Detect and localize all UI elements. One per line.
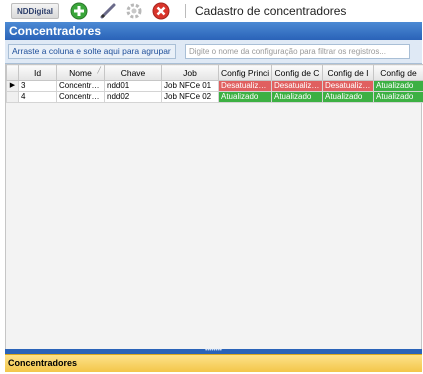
column-header-id[interactable]: Id [18, 64, 57, 81]
cell-nome[interactable]: Concentra... [56, 91, 105, 103]
current-row-indicator-icon: ▶ [6, 80, 19, 92]
cell-job[interactable]: Job NFCe 01 [161, 80, 219, 92]
page-title: Cadastro de concentradores [195, 4, 347, 18]
column-header-config-principal[interactable]: Config Princi [218, 64, 272, 81]
row-indicator-header [6, 64, 19, 81]
cell-nome[interactable]: Concentra... [56, 80, 105, 92]
status-cell[interactable]: Atualizado [218, 91, 272, 103]
toolbar-separator [185, 4, 186, 18]
filter-input[interactable] [185, 44, 410, 59]
grid-header-row: Id Nome ╱ Chave Job Config Princi Config… [6, 64, 423, 81]
cell-id[interactable]: 3 [18, 80, 57, 92]
status-cell[interactable]: Atualizado [271, 91, 323, 103]
status-cell[interactable]: Atualizado [373, 80, 423, 92]
column-header-nome-label: Nome [69, 67, 92, 78]
data-grid: Id Nome ╱ Chave Job Config Princi Config… [5, 64, 423, 349]
panel-title: Concentradores [5, 22, 422, 40]
toolbar: NDDigital Cadastro de concentradores [5, 0, 422, 22]
table-row[interactable]: ▶ 3 Concentra... ndd01 Job NFCe 01 Desat… [6, 80, 423, 92]
footer-tab[interactable]: Concentradores [5, 354, 422, 372]
window: NDDigital Cadastro de concentradores Con… [5, 0, 423, 374]
cell-job[interactable]: Job NFCe 02 [161, 91, 219, 103]
sort-icon: ╱ [97, 68, 101, 74]
column-header-nome[interactable]: Nome ╱ [56, 64, 105, 81]
delete-icon[interactable] [152, 2, 170, 20]
cell-chave[interactable]: ndd01 [104, 80, 162, 92]
column-header-config-d[interactable]: Config de [373, 64, 423, 81]
group-drop-area[interactable]: Arraste a coluna e solte aqui para agrup… [8, 44, 176, 59]
status-cell[interactable]: Atualizado [322, 91, 374, 103]
edit-pencil-icon[interactable] [99, 2, 117, 20]
status-cell[interactable]: Desatualiza... [271, 80, 323, 92]
grid-table: Id Nome ╱ Chave Job Config Princi Config… [6, 64, 423, 103]
gear-icon[interactable] [125, 2, 143, 20]
cell-id[interactable]: 4 [18, 91, 57, 103]
cell-chave[interactable]: ndd02 [104, 91, 162, 103]
status-cell[interactable]: Desatualiza... [322, 80, 374, 92]
group-by-bar: Arraste a coluna e solte aqui para agrup… [5, 40, 422, 64]
column-header-chave[interactable]: Chave [104, 64, 162, 81]
column-header-config-c[interactable]: Config de C [271, 64, 323, 81]
table-row[interactable]: 4 Concentra... ndd02 Job NFCe 02 Atualiz… [6, 91, 423, 103]
add-icon[interactable] [70, 2, 88, 20]
nddigital-logo: NDDigital [11, 3, 59, 19]
status-cell[interactable]: Atualizado [373, 91, 423, 103]
row-indicator [6, 91, 19, 103]
column-header-config-i[interactable]: Config de I [322, 64, 374, 81]
column-header-job[interactable]: Job [161, 64, 219, 81]
status-cell[interactable]: Desatualiza... [218, 80, 272, 92]
